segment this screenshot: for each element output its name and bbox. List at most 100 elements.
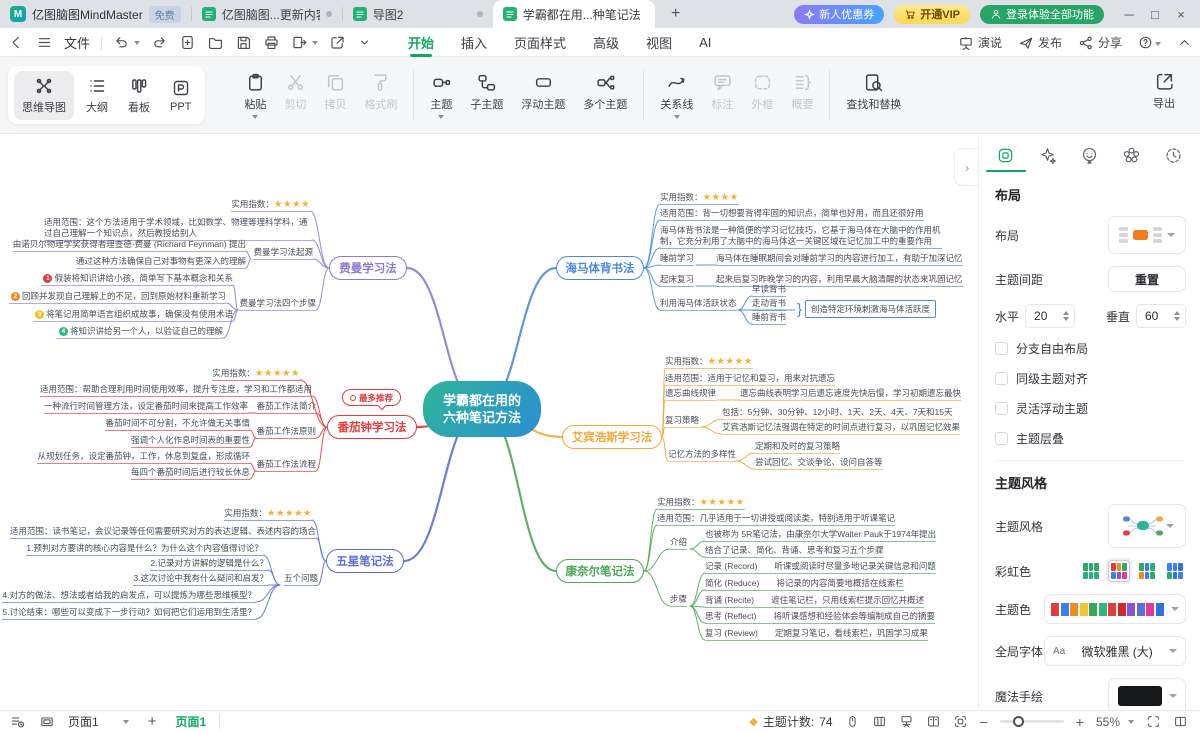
central-topic[interactable]: 学霸都在用的六种笔记方法 bbox=[423, 381, 541, 437]
branch-topic-艾宾浩斯学习法[interactable]: 艾宾浩斯学习法 bbox=[562, 425, 662, 449]
mindmap-topic[interactable]: 利用海马体活跃状态 bbox=[660, 298, 737, 311]
checkbox-分支自由布局[interactable]: 分支自由布局 bbox=[979, 340, 1200, 357]
checkbox-icon[interactable] bbox=[995, 402, 1008, 415]
mindmap-topic[interactable]: 适用范围：几乎适用于一切讲授或阅读类，特别适用于听课笔记 bbox=[657, 513, 895, 526]
mindmap-topic[interactable]: 实用指数：★★★★★ bbox=[224, 508, 312, 521]
new-tab-button[interactable]: + bbox=[665, 5, 687, 23]
mindmap-topic[interactable]: 3.这次讨论中我有什么疑问和启发？ bbox=[133, 573, 268, 586]
mindmap-topic[interactable]: 睡前背书 bbox=[752, 312, 786, 325]
mindmap-topic[interactable]: 实用指数：★★★★ bbox=[231, 199, 310, 212]
mindmap-topic[interactable]: 4.对方的做法、想法或者给我的启发点，可以提炼为哪些思维模型？ bbox=[2, 590, 256, 603]
mindmap-topic[interactable]: 1.预判对方要讲的核心内容是什么？为什么这个内容值得讨论？ bbox=[26, 543, 263, 556]
checkbox-灵活浮动主题[interactable]: 灵活浮动主题 bbox=[979, 400, 1200, 417]
action-演说[interactable]: 演说 bbox=[958, 34, 1002, 51]
mindmap-topic[interactable]: 适用范围：这个方法适用于学术领域，比如数学、物理等理科学科，通过自己理解一个知识… bbox=[44, 217, 312, 241]
mindmap-topic[interactable]: 走动背书 bbox=[752, 298, 786, 311]
mindmap-topic[interactable]: 海马体在睡眠期间会对睡前学习的内容进行加工，有助于加深记忆 bbox=[716, 253, 963, 266]
spinner-arrows[interactable] bbox=[1174, 311, 1185, 321]
mindmap-topic[interactable]: 思考 (Reflect) 将听课感想和经验体会等编制成自己的摘要 bbox=[705, 611, 935, 624]
save-button[interactable] bbox=[235, 34, 252, 51]
zoom-knob[interactable] bbox=[1013, 716, 1024, 727]
mindmap-topic[interactable]: 由诺贝尔物理学奖获得者理查德·费曼 (Richard Feynman) 提出 bbox=[13, 239, 246, 252]
mindmap-topic[interactable]: 从规划任务，设定番茄钟，工作，休息到复盘，形成循环 bbox=[37, 451, 250, 464]
mindmap-topic[interactable]: 2.记录对方讲解的逻辑是什么？ bbox=[150, 558, 268, 571]
ribbon-浮动主题[interactable]: 浮动主题 bbox=[521, 72, 565, 119]
branch-topic-康奈尔笔记法[interactable]: 康奈尔笔记法 bbox=[556, 559, 644, 583]
theme-style-dropdown[interactable] bbox=[1108, 504, 1186, 548]
app-tab[interactable]: M 亿图脑图MindMaster 免费 bbox=[0, 0, 191, 28]
panel-tab-theme[interactable] bbox=[1111, 140, 1151, 170]
mindmap-topic[interactable]: 介绍 bbox=[670, 537, 687, 550]
new-file-button[interactable] bbox=[179, 34, 196, 51]
ribbon-子主题[interactable]: 子主题 bbox=[470, 72, 503, 119]
mindmap-topic[interactable]: 5.讨论结束：哪些可以变成下一步行动？如何把它们运用到生活里？ bbox=[2, 607, 256, 620]
panel-collapse-handle[interactable]: › bbox=[954, 148, 979, 186]
ribbon-粘贴[interactable]: 粘贴 bbox=[244, 72, 266, 119]
mindmap-topic[interactable]: 实用指数：★★★★★ bbox=[212, 368, 300, 381]
checkbox-icon[interactable] bbox=[995, 432, 1008, 445]
export-file-button[interactable] bbox=[291, 34, 308, 51]
fullscreen-icon[interactable] bbox=[1146, 714, 1161, 729]
ribbon-关系线[interactable]: 关系线 bbox=[660, 72, 693, 119]
coupon-button[interactable]: 新人优惠券 bbox=[794, 5, 884, 24]
doc-tab-1[interactable]: 亿图脑图...更新内容 bbox=[192, 0, 342, 28]
mode-看板[interactable]: 看板 bbox=[120, 71, 158, 120]
menu-tab-视图[interactable]: 视图 bbox=[646, 28, 672, 57]
mindmap-topic[interactable]: 2回顾并发现自己理解上的不足，回到原始材料重新学习 bbox=[9, 291, 226, 304]
mindmap-topic[interactable]: 实用指数：★★★★ bbox=[660, 192, 739, 205]
page-selector[interactable]: 页面1 bbox=[68, 713, 129, 730]
checkbox-同级主题对齐[interactable]: 同级主题对齐 bbox=[979, 370, 1200, 387]
mindmap-topic[interactable]: 实用指数：★★★★★ bbox=[657, 497, 745, 510]
mindmap-topic[interactable]: 海马体背书法是一种简便的学习记忆技巧，它基于海马体在大脑中的作用机制，它充分利用… bbox=[660, 225, 942, 249]
multi-page-icon[interactable] bbox=[872, 714, 887, 729]
reset-button[interactable]: 重置 bbox=[1108, 266, 1186, 292]
zoom-slider[interactable] bbox=[1000, 720, 1064, 723]
action-分享[interactable]: 分享 bbox=[1078, 34, 1122, 51]
mindmap-topic[interactable]: 一种流行时间管理方法，设定番茄时间来提高工作效率 bbox=[44, 401, 248, 414]
mindmap-topic[interactable]: 艾宾浩斯记忆法强调在特定的时间点进行复习，以巩固记忆效果 bbox=[722, 422, 960, 435]
open-file-button[interactable] bbox=[207, 34, 224, 51]
mindmap-topic[interactable]: 每四个番茄时间后进行较长休息 bbox=[131, 467, 250, 480]
zoom-out-button[interactable]: − bbox=[980, 714, 988, 730]
ribbon-查找和替换[interactable]: 查找和替换 bbox=[846, 72, 901, 119]
mindmap-topic[interactable]: 适用范围：帮助合理利用时间使用效率，提升专注度，学习和工作都适用 bbox=[40, 384, 312, 397]
checkbox-icon[interactable] bbox=[995, 372, 1008, 385]
branch-topic-五星笔记法[interactable]: 五星笔记法 bbox=[326, 549, 404, 573]
mindmap-topic[interactable]: 番茄工作法简介 bbox=[256, 401, 316, 414]
ribbon-主题[interactable]: 主题 bbox=[430, 72, 452, 119]
menu-tab-开始[interactable]: 开始 bbox=[408, 28, 434, 57]
outline-view-icon[interactable] bbox=[926, 714, 941, 729]
mindmap-topic[interactable]: 简化 (Reduce) 将记录的内容简要地概括在线索栏 bbox=[705, 578, 904, 591]
checkbox-主题层叠[interactable]: 主题层叠 bbox=[979, 430, 1200, 447]
vertical-spinner[interactable]: 60 bbox=[1136, 304, 1186, 328]
mindmap-topic[interactable]: 费曼学习法起源 bbox=[253, 247, 313, 260]
mindmap-topic[interactable]: 也被称为 5R笔记法，由康奈尔大学Walter Pauk于1974年提出 bbox=[705, 529, 936, 542]
mindmap-topic[interactable]: 番茄时间不可分割，不允许做无关事情 bbox=[105, 418, 250, 431]
mindmap-topic[interactable]: 1假装将知识讲给小孩，简单写下基本概念和关系 bbox=[41, 273, 233, 286]
mindmap-topic[interactable]: 记忆方法的多样性 bbox=[668, 449, 736, 462]
split-view-icon[interactable] bbox=[1173, 714, 1188, 729]
undo-button[interactable] bbox=[113, 34, 130, 51]
mode-大纲[interactable]: 大纲 bbox=[78, 71, 116, 120]
mindmap-topic[interactable]: 番茄工作法原则 bbox=[256, 426, 316, 439]
mindmap-topic[interactable]: 结合了记录、简化、背诵、思考和复习五个步骤 bbox=[705, 545, 884, 558]
mindmap-topic[interactable]: 包括：5分钟、30分钟、12小时、1天、2天、4天、7天和15天 bbox=[722, 407, 953, 420]
print-button[interactable] bbox=[263, 34, 280, 51]
login-button[interactable]: 登录体验全部功能 bbox=[980, 5, 1104, 24]
mode-PPT[interactable]: PPT bbox=[162, 73, 199, 118]
panel-tab-history[interactable] bbox=[1153, 140, 1193, 170]
mindmap-topic[interactable]: 早读背书 bbox=[752, 284, 786, 297]
help-button[interactable] bbox=[1138, 35, 1161, 50]
ribbon-多个主题[interactable]: 多个主题 bbox=[583, 72, 627, 119]
doc-tab-active[interactable]: 学霸都在用...种笔记法 bbox=[493, 0, 655, 28]
mindmap-topic[interactable]: 睡前学习 bbox=[660, 253, 694, 266]
page-preview-icon[interactable] bbox=[39, 714, 55, 730]
panel-tab-sticker[interactable] bbox=[1069, 140, 1109, 170]
callout-most-recommended[interactable]: 最多推荐 bbox=[342, 389, 401, 406]
page-list-icon[interactable] bbox=[10, 714, 26, 730]
branch-topic-海马体背书法[interactable]: 海马体背书法 bbox=[556, 256, 644, 280]
mindmap-topic[interactable]: 记录 (Record) 听课或阅读时尽量多地记录关键信息和问题 bbox=[705, 561, 936, 574]
mindmap-topic[interactable]: 强调个人化作息时间表的重要性 bbox=[131, 435, 250, 448]
mode-思维导图[interactable]: 思维导图 bbox=[14, 71, 74, 120]
rainbow-option-1[interactable] bbox=[1080, 560, 1102, 582]
